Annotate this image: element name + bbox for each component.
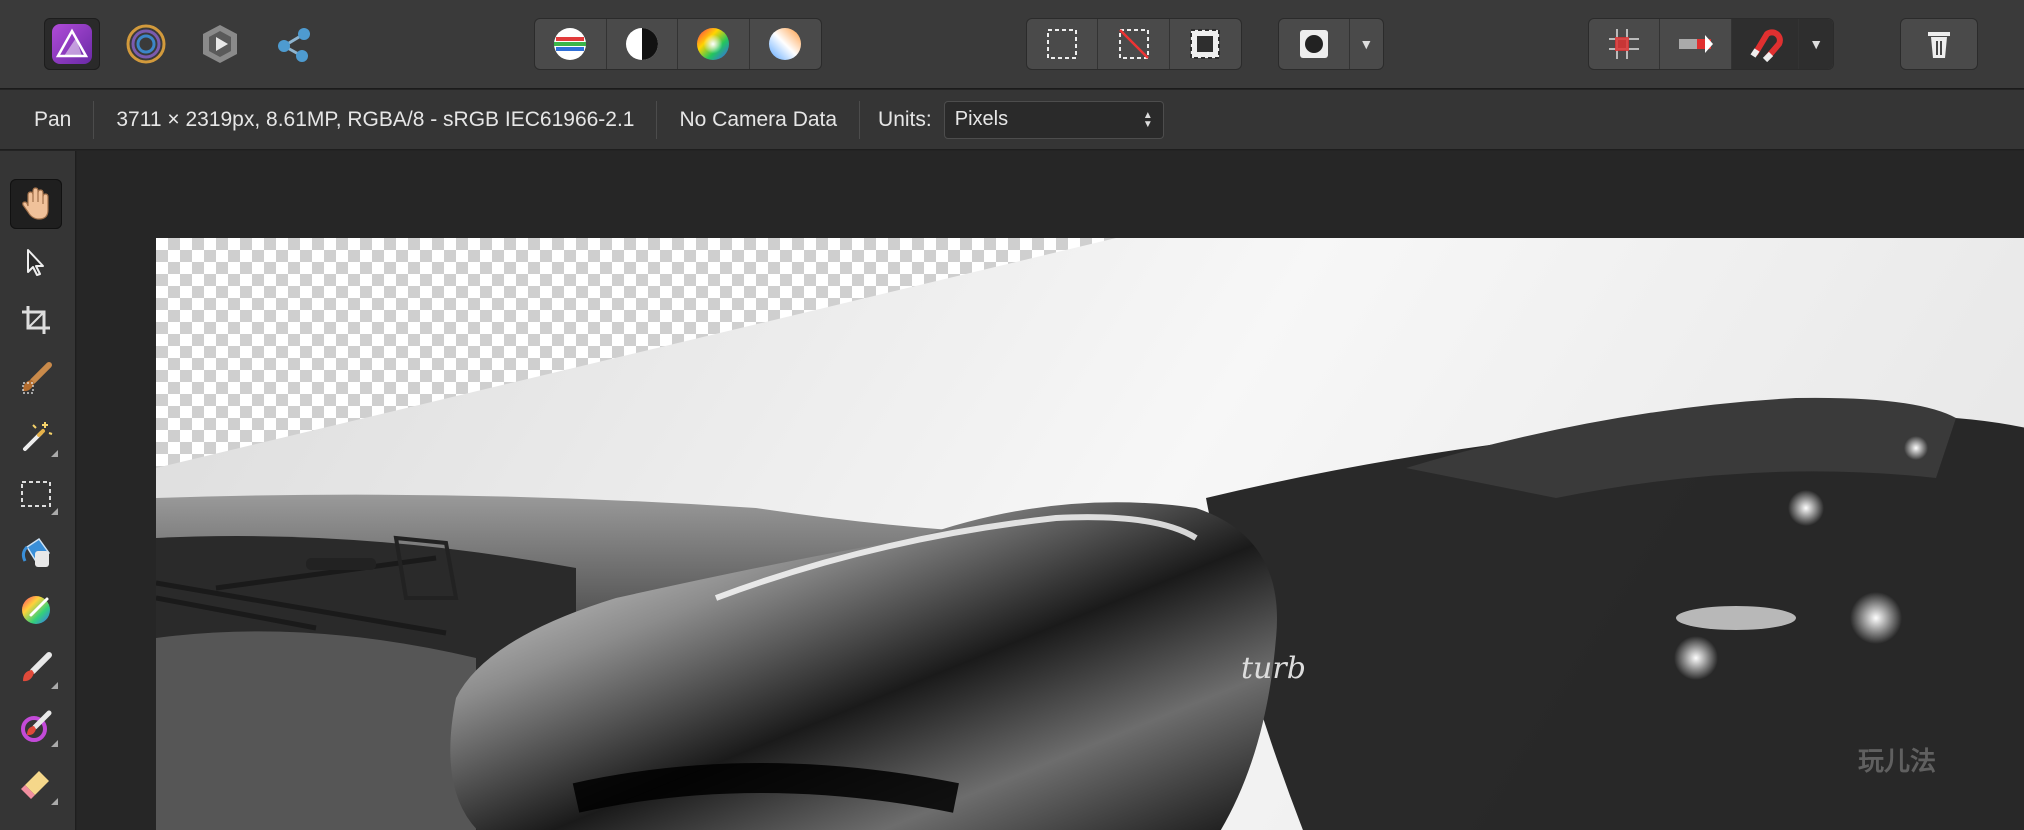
marquee-tool[interactable]: [10, 469, 62, 519]
black-and-white-button[interactable]: [607, 19, 678, 69]
eraser-icon: [21, 771, 49, 799]
delete-button[interactable]: [1901, 19, 1977, 69]
deselect-button[interactable]: [1098, 19, 1170, 69]
selection-brush-icon: [22, 362, 52, 394]
photo-persona-button[interactable]: [44, 18, 100, 70]
snapping-button[interactable]: [1731, 19, 1800, 69]
quick-adjustments-group: [534, 18, 822, 70]
paint-brush-tool[interactable]: [10, 643, 62, 693]
black-white-icon: [625, 28, 658, 60]
pointer-arrow-icon: [27, 249, 44, 276]
quick-mask-group: ▼: [1278, 18, 1384, 70]
develop-icon: [203, 25, 237, 63]
deselect-icon: [1118, 29, 1149, 59]
current-tool-label: Pan: [0, 100, 95, 139]
develop-persona-button[interactable]: [192, 18, 248, 70]
color-wheel-icon: [22, 596, 50, 624]
rectangle-marquee-icon: [21, 481, 51, 507]
export-share-icon: [278, 28, 310, 62]
chevron-down-icon: ▼: [1359, 36, 1374, 52]
units-select-value: Pixels: [954, 108, 1009, 130]
color-replacement-tool[interactable]: [10, 701, 62, 751]
units-label: Units:: [878, 107, 932, 131]
canvas-area[interactable]: turb 玩儿法: [77, 151, 2024, 830]
svg-text:turb: turb: [1241, 651, 1306, 686]
hand-icon: [22, 187, 49, 220]
hsl-button[interactable]: [678, 19, 750, 69]
car-photo: turb: [156, 238, 2024, 830]
liquify-persona-button[interactable]: [118, 18, 174, 70]
erase-brush-tool[interactable]: [10, 759, 62, 809]
selection-brush-tool[interactable]: [10, 353, 62, 403]
units-select[interactable]: Pixels ▲ ▼: [943, 100, 1164, 139]
color-picker-tool[interactable]: [10, 585, 62, 635]
document-image[interactable]: turb 玩儿法: [156, 238, 2024, 830]
white-balance-button[interactable]: [750, 19, 822, 69]
paint-brush-icon: [23, 652, 52, 682]
snapping-group: ▼: [1588, 18, 1834, 70]
quick-mask-dropdown[interactable]: ▼: [1350, 19, 1383, 69]
trash-icon: [1928, 32, 1950, 58]
camera-data: No Camera Data: [657, 100, 861, 139]
main-toolbar: ▼ ▼: [0, 0, 2024, 89]
crop-icon: [22, 306, 50, 334]
crop-tool[interactable]: [10, 295, 62, 345]
affinity-photo-icon: [52, 24, 92, 64]
hand-tool[interactable]: [10, 179, 62, 229]
align-icon: [1678, 35, 1713, 53]
context-toolbar: Pan 3711 × 2319px, 8.61MP, RGBA/8 - sRGB…: [0, 90, 2024, 150]
marquee-select-icon: [1047, 29, 1078, 59]
invert-selection-button[interactable]: [1170, 19, 1241, 69]
invert-selection-icon: [1190, 29, 1221, 59]
watermark-text: 玩儿法: [1857, 747, 1936, 777]
updown-chevron-icon: ▲ ▼: [1142, 109, 1153, 130]
white-balance-icon: [769, 28, 802, 60]
hsl-icon: [697, 28, 730, 60]
levels-icon: [554, 28, 587, 60]
levels-button[interactable]: [535, 19, 607, 69]
delete-group: [1900, 18, 1978, 70]
quick-mask-icon: [1299, 30, 1328, 58]
magic-wand-icon: [23, 422, 53, 451]
selection-group: [1026, 18, 1242, 70]
snapping-dropdown[interactable]: ▼: [1799, 19, 1833, 69]
flood-fill-tool[interactable]: [10, 527, 62, 577]
move-tool[interactable]: [10, 237, 62, 287]
flood-select-tool[interactable]: [10, 411, 62, 461]
document-info: 3711 × 2319px, 8.61MP, RGBA/8 - sRGB IEC…: [94, 100, 658, 139]
color-replacement-icon: [21, 710, 52, 742]
chevron-down-icon: ▼: [1809, 36, 1824, 52]
grid-snap-icon: [1609, 29, 1640, 59]
select-all-button[interactable]: [1027, 19, 1099, 69]
paint-bucket-icon: [21, 537, 51, 567]
quick-mask-button[interactable]: [1279, 19, 1350, 69]
align-button[interactable]: [1660, 19, 1732, 69]
tools-panel: [0, 151, 76, 830]
snapping-magnet-icon: [1750, 29, 1783, 62]
grid-button[interactable]: [1589, 19, 1661, 69]
export-persona-button[interactable]: [266, 18, 322, 70]
liquify-icon: [126, 24, 166, 64]
